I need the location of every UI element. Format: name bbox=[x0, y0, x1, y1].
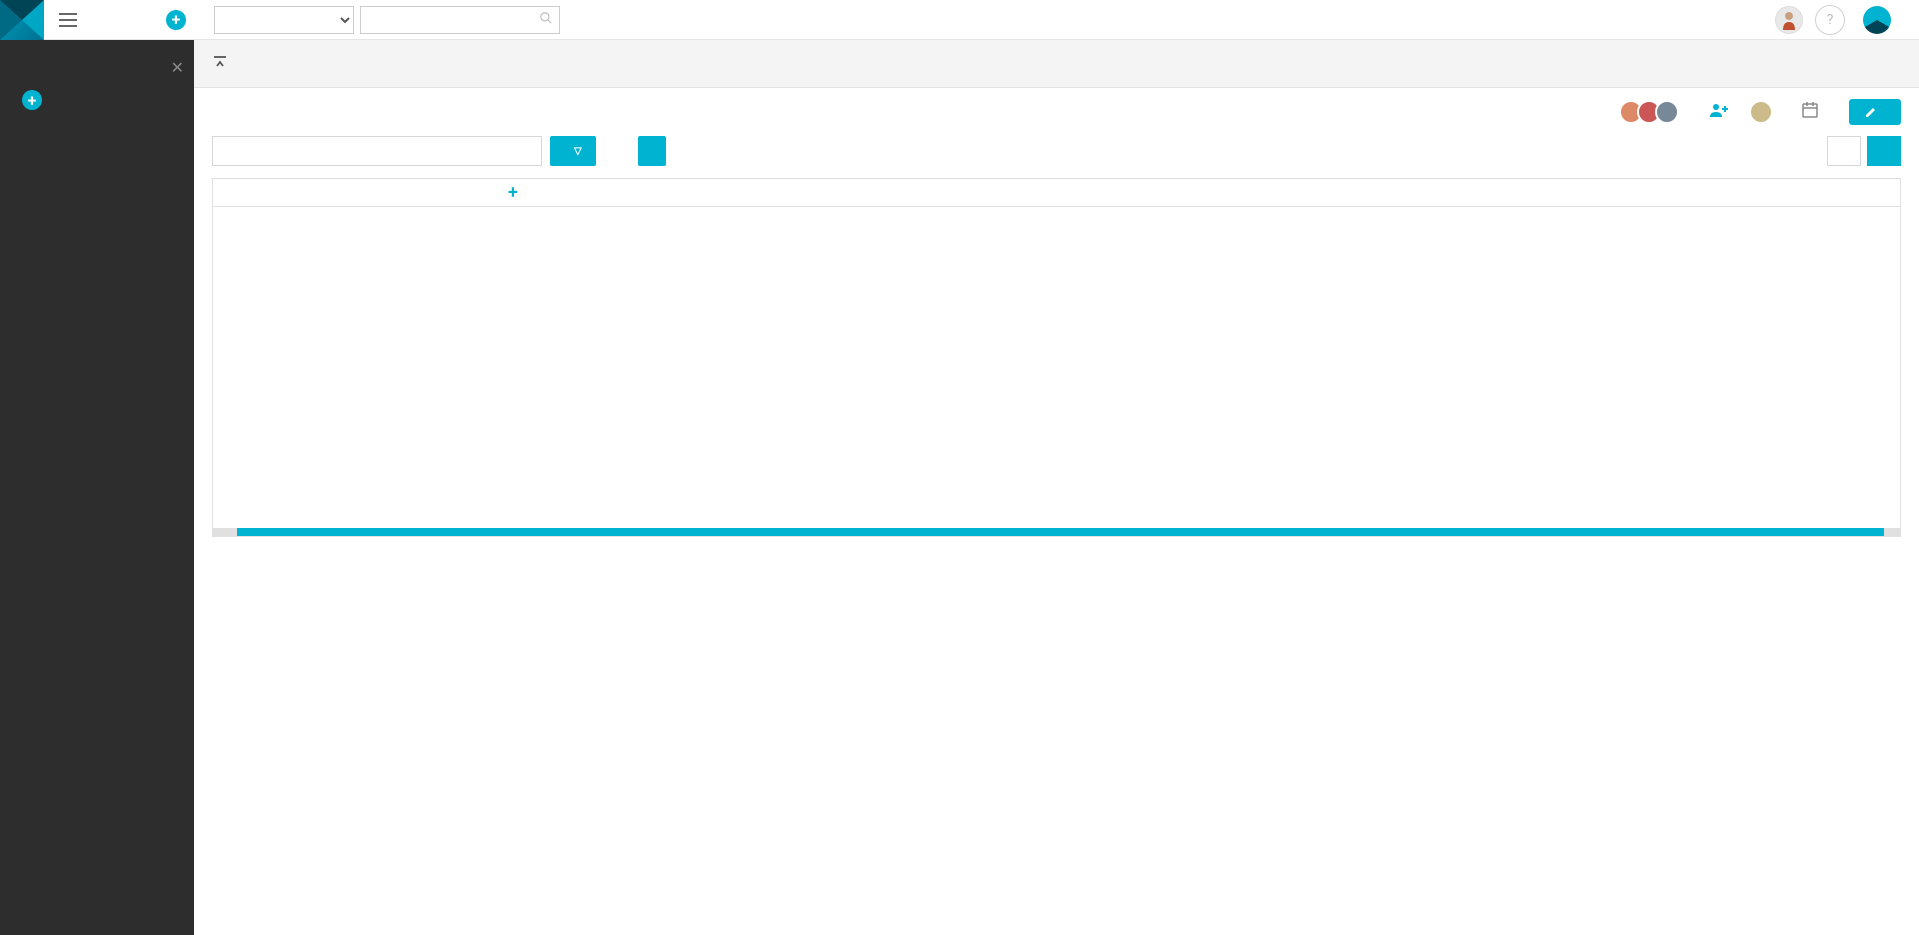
chevron-down-icon: ▽ bbox=[574, 146, 582, 157]
action-row: ▽ bbox=[194, 136, 1919, 178]
owner-avatar[interactable] bbox=[1749, 100, 1773, 124]
calendar-icon[interactable] bbox=[1801, 101, 1819, 123]
view-timeline[interactable] bbox=[1867, 136, 1901, 166]
close-icon[interactable]: ✕ bbox=[171, 58, 184, 77]
col-header-duration[interactable] bbox=[435, 179, 501, 206]
task-table bbox=[213, 207, 525, 526]
top-nav: + bbox=[106, 10, 186, 30]
timeline-body[interactable] bbox=[525, 207, 1900, 526]
team-avatars[interactable] bbox=[1625, 100, 1679, 124]
col-header-name[interactable] bbox=[213, 179, 343, 206]
main-content: ▽ + bbox=[194, 40, 1919, 935]
timeline-header bbox=[525, 179, 1900, 206]
sidebar-title: + bbox=[0, 40, 194, 110]
add-member-icon[interactable] bbox=[1709, 102, 1729, 123]
topbar: + ? bbox=[0, 0, 1919, 40]
add-task-button[interactable]: ▽ bbox=[550, 136, 596, 166]
launch-workflow-button[interactable] bbox=[638, 136, 666, 166]
collapse-icon[interactable] bbox=[212, 54, 228, 74]
add-project-icon[interactable]: + bbox=[22, 90, 42, 110]
app-logo[interactable] bbox=[0, 0, 44, 40]
view-switch bbox=[1817, 136, 1901, 166]
edit-project-button[interactable] bbox=[1849, 99, 1901, 125]
task-name-input[interactable] bbox=[212, 136, 542, 166]
entity-select[interactable] bbox=[214, 6, 354, 34]
menu-icon[interactable] bbox=[48, 0, 88, 40]
add-new-icon[interactable]: + bbox=[166, 10, 186, 30]
page-bar bbox=[194, 40, 1919, 88]
help-icon[interactable]: ? bbox=[1815, 5, 1845, 35]
gantt-chart: + bbox=[212, 178, 1901, 537]
search-box bbox=[360, 6, 560, 34]
gantt-body bbox=[213, 207, 1900, 526]
view-list[interactable] bbox=[1827, 136, 1861, 166]
sidebar: ✕ + bbox=[0, 40, 194, 935]
search-input[interactable] bbox=[361, 7, 559, 33]
user-avatar[interactable] bbox=[1775, 6, 1803, 34]
horizontal-scrollbar[interactable] bbox=[213, 528, 1900, 536]
col-header-start[interactable] bbox=[343, 179, 435, 206]
add-column-icon[interactable]: + bbox=[501, 179, 525, 206]
topbar-right: ? bbox=[1775, 5, 1909, 35]
search-icon[interactable] bbox=[539, 11, 553, 29]
gantt-header: + bbox=[213, 179, 1900, 207]
domain-logo[interactable] bbox=[1863, 6, 1891, 34]
project-meta bbox=[194, 88, 1919, 136]
